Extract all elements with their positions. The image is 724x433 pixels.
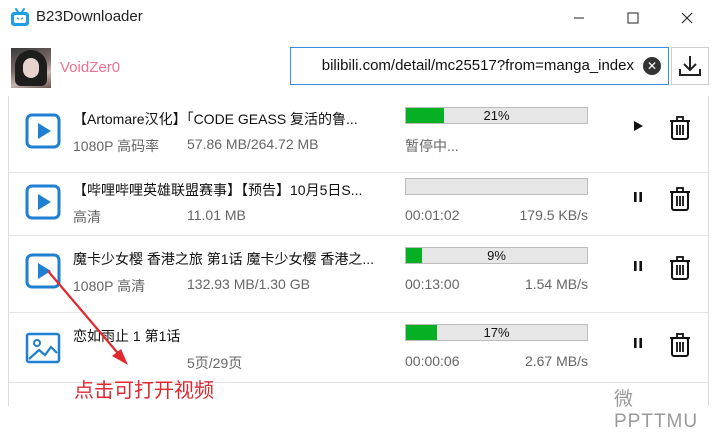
annotation-arrow xyxy=(47,270,128,365)
annotation-text: 点击可打开视频 xyxy=(74,380,214,402)
watermark: 微 PPTTMU xyxy=(614,389,699,432)
